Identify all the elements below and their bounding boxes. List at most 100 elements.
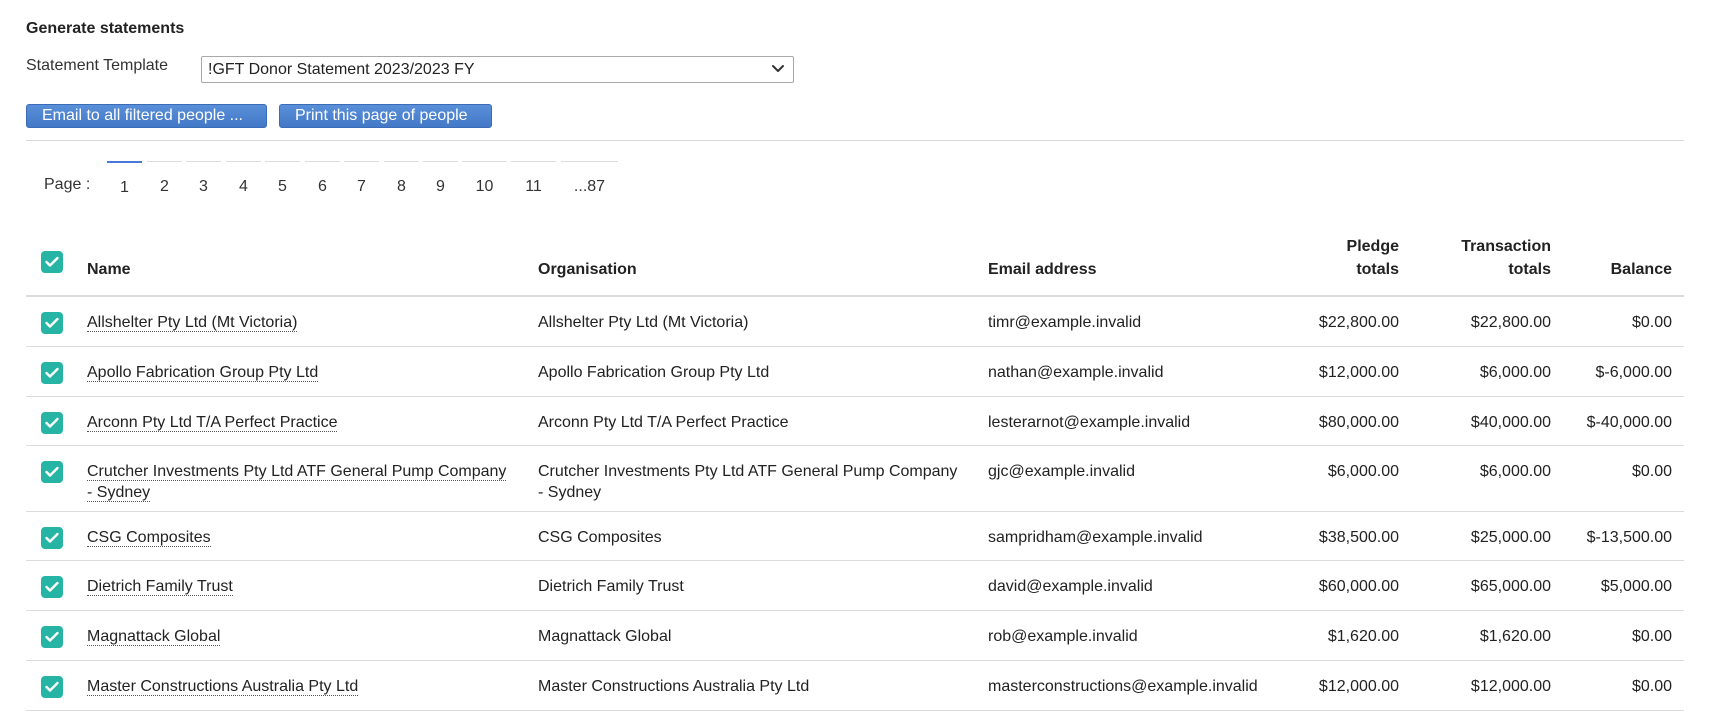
email-cell: masterconstructions@example.invalid (988, 678, 1258, 695)
page-link[interactable]: 2 (147, 161, 182, 197)
check-icon (45, 417, 59, 428)
person-name-link[interactable]: Dietrich Family Trust (87, 578, 233, 596)
balance-cell: $0.00 (1631, 628, 1672, 645)
balance-cell: $-6,000.00 (1595, 364, 1672, 381)
person-name-link[interactable]: Arconn Pty Ltd T/A Perfect Practice (87, 414, 338, 432)
organisation-cell: Crutcher Investments Pty Ltd ATF General… (538, 463, 958, 501)
table-row: CSG Composites CSG Composites sampridham@e… (26, 512, 1684, 561)
statement-template-value: !GFT Donor Statement 2023/2023 FY (208, 61, 475, 78)
person-name-link[interactable]: Magnattack Global (87, 628, 221, 646)
statement-template-label: Statement Template (26, 57, 169, 74)
row-select-checkbox[interactable] (41, 461, 63, 483)
page-link[interactable]: ...87 (561, 161, 618, 197)
table-row: Magnattack Global Magnattack Global rob@ex… (26, 611, 1684, 661)
organisation-cell: Magnattack Global (538, 628, 672, 645)
email-cell: sampridham@example.invalid (988, 529, 1203, 546)
row-select-checkbox[interactable] (41, 626, 63, 648)
page-link[interactable]: 9 (423, 161, 458, 197)
organisation-cell: Allshelter Pty Ltd (Mt Victoria) (538, 314, 749, 331)
page-link[interactable]: 4 (226, 161, 261, 197)
row-select-checkbox[interactable] (41, 676, 63, 698)
transaction-total-cell: $65,000.00 (1470, 578, 1551, 595)
email-cell: rob@example.invalid (988, 628, 1138, 645)
column-header-organisation[interactable]: Organisation (538, 258, 958, 281)
balance-cell: $-40,000.00 (1586, 414, 1672, 431)
column-header-email[interactable]: Email address (988, 258, 1288, 281)
email-cell: nathan@example.invalid (988, 364, 1164, 381)
email-cell: david@example.invalid (988, 578, 1153, 595)
person-name-link[interactable]: Crutcher Investments Pty Ltd ATF General… (87, 463, 507, 502)
row-select-checkbox[interactable] (41, 412, 63, 434)
organisation-cell: CSG Composites (538, 529, 662, 546)
person-name-link[interactable]: Apollo Fabrication Group Pty Ltd (87, 364, 319, 382)
person-name-link[interactable]: Master Constructions Australia Pty Ltd (87, 678, 359, 696)
person-name-link[interactable]: CSG Composites (87, 529, 211, 547)
page-link[interactable]: 7 (344, 161, 379, 197)
pledge-total-cell: $38,500.00 (1318, 529, 1399, 546)
column-header-name[interactable]: Name (87, 258, 507, 281)
organisation-cell: Dietrich Family Trust (538, 578, 684, 595)
pager-label: Page : (44, 176, 91, 193)
person-name-link[interactable]: Allshelter Pty Ltd (Mt Victoria) (87, 314, 298, 332)
print-page-people-button[interactable]: Print this page of people (279, 104, 492, 128)
check-icon (45, 367, 59, 378)
transaction-total-cell: $6,000.00 (1479, 463, 1551, 480)
page-link[interactable]: 6 (305, 161, 340, 197)
table-row: Allshelter Pty Ltd (Mt Victoria) Allshelt… (26, 297, 1684, 347)
check-icon (45, 532, 59, 543)
people-table: Name Organisation Email address Pledge t… (26, 225, 1684, 711)
page-link[interactable]: 11 (511, 161, 556, 197)
divider (26, 140, 1684, 141)
row-select-checkbox[interactable] (41, 362, 63, 384)
page-link[interactable]: 1 (107, 161, 142, 197)
check-icon (45, 581, 59, 592)
balance-cell: $5,000.00 (1600, 578, 1672, 595)
pledge-total-cell: $6,000.00 (1327, 463, 1399, 480)
section-title: Generate statements (26, 20, 185, 37)
check-icon (45, 631, 59, 642)
chevron-down-icon (772, 65, 784, 72)
transaction-header-line1: Transaction (1461, 238, 1551, 255)
table-body: Allshelter Pty Ltd (Mt Victoria) Allshelt… (26, 297, 1684, 711)
transaction-total-cell: $12,000.00 (1470, 678, 1551, 695)
pledge-total-cell: $60,000.00 (1318, 578, 1399, 595)
pledge-total-cell: $1,620.00 (1327, 628, 1399, 645)
check-icon (45, 317, 59, 328)
check-icon (45, 466, 59, 477)
table-row: Arconn Pty Ltd T/A Perfect Practice Arcon… (26, 397, 1684, 446)
transaction-total-cell: $22,800.00 (1470, 314, 1551, 331)
page-link[interactable]: 5 (265, 161, 300, 197)
table-header: Name Organisation Email address Pledge t… (26, 225, 1684, 297)
row-select-checkbox[interactable] (41, 312, 63, 334)
table-row: Dietrich Family Trust Dietrich Family Tru… (26, 561, 1684, 611)
page-link[interactable]: 3 (186, 161, 221, 197)
check-icon (45, 256, 59, 267)
column-header-transaction-totals[interactable]: Transaction totals (1461, 235, 1551, 281)
statement-template-select[interactable]: !GFT Donor Statement 2023/2023 FY (201, 56, 794, 83)
select-all-checkbox[interactable] (41, 251, 63, 273)
email-cell: gjc@example.invalid (988, 463, 1135, 480)
transaction-total-cell: $1,620.00 (1479, 628, 1551, 645)
column-header-pledge-totals[interactable]: Pledge totals (1347, 235, 1399, 281)
row-select-checkbox[interactable] (41, 527, 63, 549)
pledge-header-line1: Pledge (1346, 238, 1399, 255)
pledge-total-cell: $22,800.00 (1318, 314, 1399, 331)
balance-cell: $0.00 (1631, 463, 1672, 480)
pledge-total-cell: $80,000.00 (1318, 414, 1399, 431)
check-icon (45, 681, 59, 692)
organisation-cell: Master Constructions Australia Pty Ltd (538, 678, 810, 695)
balance-cell: $0.00 (1631, 678, 1672, 695)
transaction-total-cell: $6,000.00 (1479, 364, 1551, 381)
page-link[interactable]: 10 (462, 161, 507, 197)
transaction-header-line2: totals (1508, 261, 1551, 278)
email-cell: timr@example.invalid (988, 314, 1142, 331)
balance-cell: $0.00 (1631, 314, 1672, 331)
email-filtered-people-button[interactable]: Email to all filtered people ... (26, 104, 267, 128)
table-row: Crutcher Investments Pty Ltd ATF General… (26, 446, 1684, 512)
transaction-total-cell: $40,000.00 (1470, 414, 1551, 431)
email-cell: lesterarnot@example.invalid (988, 414, 1191, 431)
row-select-checkbox[interactable] (41, 576, 63, 598)
page-link[interactable]: 8 (384, 161, 419, 197)
column-header-balance[interactable]: Balance (1611, 258, 1672, 281)
table-row: Master Constructions Australia Pty Ltd Ma… (26, 661, 1684, 711)
